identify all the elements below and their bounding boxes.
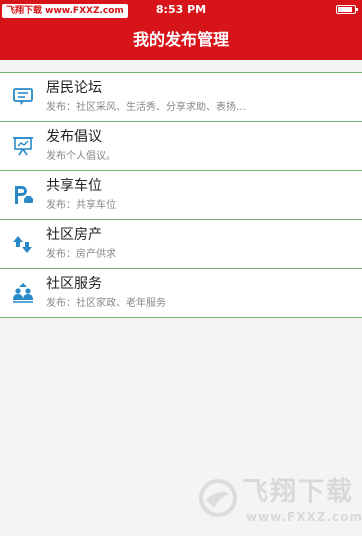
status-bar: 飞翔下载 www.FXXZ.com 8:53 PM [0,0,362,20]
nav-bar: 我的发布管理 [0,20,362,60]
list-item-property[interactable]: 社区房产 发布：房产供求 [0,220,362,269]
item-subtitle: 发布：社区采风、生活秀、分享求助、表扬… [46,102,246,113]
publish-list: 居民论坛 发布：社区采风、生活秀、分享求助、表扬… 发布倡议 发布个人倡议。 共… [0,72,362,318]
battery-icon [336,5,358,14]
item-subtitle: 发布：共享车位 [46,200,116,211]
list-item-forum[interactable]: 居民论坛 发布：社区采风、生活秀、分享求助、表扬… [0,73,362,122]
forum-icon [13,88,33,105]
house-arrows-icon [13,236,32,253]
watermark-logo-icon [199,479,237,517]
item-title: 居民论坛 [46,80,102,96]
page-title: 我的发布管理 [132,30,229,49]
list-item-initiative[interactable]: 发布倡议 发布个人倡议。 [0,122,362,171]
item-title: 共享车位 [46,178,102,194]
people-service-icon [13,283,33,303]
parking-icon [15,186,33,204]
watermark-url: www.FXXZ.com [246,510,362,524]
list-item-service[interactable]: 社区服务 发布：社区家政、老年服务 [0,269,362,318]
item-title: 社区房产 [46,227,102,243]
item-subtitle: 发布：房产供求 [46,249,116,260]
item-title: 社区服务 [46,276,102,292]
list-item-parking[interactable]: 共享车位 发布：共享车位 [0,171,362,220]
item-title: 发布倡议 [46,129,102,145]
watermark-brand: 飞翔下载 [242,477,355,507]
status-time: 8:53 PM [155,3,207,16]
presentation-board-icon [13,137,33,156]
item-subtitle: 发布：社区家政、老年服务 [46,298,166,309]
item-subtitle: 发布个人倡议。 [46,151,116,162]
